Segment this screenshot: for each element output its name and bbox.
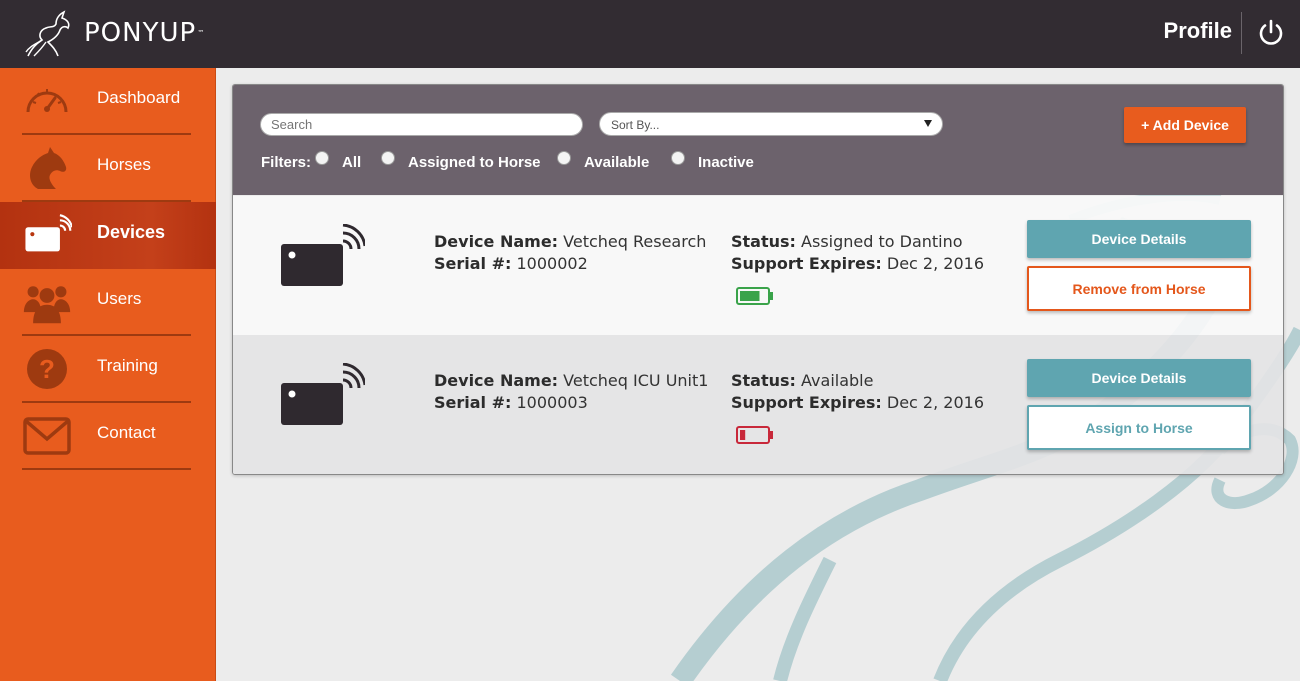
device-details-button[interactable]: Device Details	[1027, 359, 1251, 397]
logo[interactable]: PONYUP ™	[22, 6, 204, 60]
device-card-icon	[281, 363, 365, 425]
status-label: Status:	[731, 232, 796, 251]
search-input[interactable]	[260, 113, 583, 136]
status-value: Available	[801, 371, 874, 390]
question-icon: ?	[27, 349, 67, 389]
filter-assigned-radio[interactable]	[381, 151, 395, 165]
sidebar-item-label: Horses	[97, 155, 151, 174]
logo-trademark: ™	[197, 29, 205, 37]
status-value: Assigned to Dantino	[801, 232, 963, 251]
sidebar-item-label: Contact	[97, 423, 156, 442]
devices-panel: Sort By... + Add Device Filters: All Ass…	[232, 84, 1284, 475]
sidebar: Dashboard Horses Devices Users ? Trainin…	[0, 68, 216, 681]
assign-to-horse-button[interactable]: Assign to Horse	[1027, 405, 1251, 450]
horse-head-icon	[30, 147, 67, 189]
chevron-down-icon	[924, 120, 932, 127]
filter-all-radio[interactable]	[315, 151, 329, 165]
svg-text:?: ?	[39, 354, 55, 384]
device-row: Device Name: Vetcheq ICU Unit1 Serial #:…	[233, 335, 1283, 474]
device-details-button[interactable]: Device Details	[1027, 220, 1251, 258]
sort-by-select[interactable]: Sort By...	[599, 112, 943, 136]
support-expires-value: Dec 2, 2016	[886, 254, 984, 273]
power-icon[interactable]	[1257, 19, 1285, 47]
sidebar-item-users[interactable]: Users	[0, 269, 216, 336]
sidebar-item-training[interactable]: ? Training	[0, 336, 216, 403]
device-row: Device Name: Vetcheq Research Serial #: …	[233, 196, 1283, 335]
header-divider	[1241, 12, 1242, 54]
battery-icon	[736, 426, 773, 444]
device-card-icon	[25, 214, 72, 252]
horse-logo-icon	[25, 10, 70, 57]
filter-inactive-label[interactable]: Inactive	[698, 154, 754, 171]
sidebar-item-label: Dashboard	[97, 88, 181, 107]
device-name-label: Device Name:	[434, 232, 559, 251]
sort-by-label: Sort By...	[611, 118, 660, 132]
support-expires-value: Dec 2, 2016	[886, 393, 984, 412]
sidebar-item-label: Training	[97, 356, 158, 375]
remove-from-horse-button[interactable]: Remove from Horse	[1027, 266, 1251, 311]
device-name: Vetcheq ICU Unit1	[563, 371, 709, 390]
support-expires-label: Support Expires:	[731, 254, 882, 273]
filters-label: Filters:	[261, 154, 312, 171]
profile-link[interactable]: Profile	[1164, 18, 1232, 44]
serial-number: 1000002	[516, 254, 588, 273]
sidebar-item-label: Devices	[97, 222, 166, 242]
sidebar-item-label: Users	[97, 289, 142, 308]
plus-icon: +	[1141, 117, 1150, 133]
serial-number: 1000003	[516, 393, 588, 412]
add-device-label: Add Device	[1152, 117, 1229, 133]
logo-text: PONYUP	[84, 18, 197, 48]
filter-all-label[interactable]: All	[342, 154, 361, 171]
device-name: Vetcheq Research	[563, 232, 707, 251]
battery-icon	[736, 287, 773, 305]
filter-available-radio[interactable]	[557, 151, 571, 165]
sidebar-item-contact[interactable]: Contact	[0, 403, 216, 470]
filter-bar: Sort By... + Add Device Filters: All Ass…	[233, 85, 1283, 195]
filter-inactive-radio[interactable]	[671, 151, 685, 165]
sidebar-item-devices[interactable]: Devices	[0, 202, 216, 269]
sidebar-item-horses[interactable]: Horses	[0, 135, 216, 202]
support-expires-label: Support Expires:	[731, 393, 882, 412]
speedometer-icon	[26, 89, 68, 113]
top-bar: PONYUP ™ Profile	[0, 0, 1300, 68]
filter-available-label[interactable]: Available	[584, 154, 649, 171]
users-icon	[23, 286, 71, 324]
status-label: Status:	[731, 371, 796, 390]
sidebar-divider	[22, 468, 191, 470]
serial-label: Serial #:	[434, 393, 512, 412]
serial-label: Serial #:	[434, 254, 512, 273]
filter-assigned-label[interactable]: Assigned to Horse	[408, 154, 541, 171]
sidebar-item-dashboard[interactable]: Dashboard	[0, 68, 216, 135]
add-device-button[interactable]: + Add Device	[1124, 107, 1246, 143]
device-card-icon	[281, 224, 365, 286]
envelope-icon	[23, 417, 71, 455]
device-name-label: Device Name:	[434, 371, 559, 390]
